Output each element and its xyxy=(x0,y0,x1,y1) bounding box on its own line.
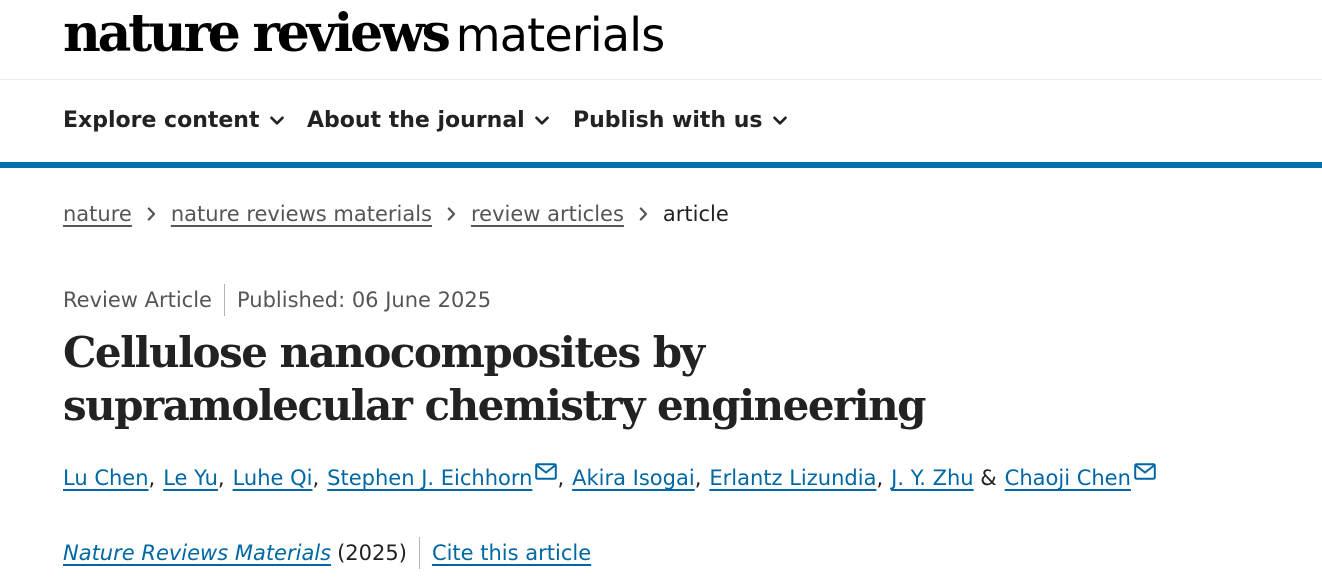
author-separator: , xyxy=(694,466,702,490)
author-link[interactable]: Stephen J. Eichhorn xyxy=(327,466,532,490)
journal-link[interactable]: Nature Reviews Materials xyxy=(63,541,331,565)
mail-icon[interactable] xyxy=(1134,462,1156,480)
publication-year: (2025) xyxy=(337,541,407,565)
divider xyxy=(418,537,420,569)
author-link[interactable]: J. Y. Zhu xyxy=(891,466,973,490)
citation-row: Nature Reviews Materials (2025) Cite thi… xyxy=(63,537,591,569)
chevron-down-icon xyxy=(269,116,284,126)
breadcrumb-current: article xyxy=(662,202,729,226)
main-nav: Explore content About the journal Publis… xyxy=(0,80,1322,168)
author-separator: , xyxy=(312,466,320,490)
published-date: Published: 06 June 2025 xyxy=(236,288,492,312)
author-separator: , xyxy=(876,466,884,490)
breadcrumb-nature[interactable]: nature xyxy=(63,202,132,226)
nav-label: Publish with us xyxy=(573,108,763,133)
article-meta: Review Article Published: 06 June 2025 xyxy=(63,284,491,316)
author-link[interactable]: Akira Isogai xyxy=(572,466,695,490)
chevron-right-icon xyxy=(447,207,456,221)
mail-icon[interactable] xyxy=(535,462,558,480)
nav-about-the-journal[interactable]: About the journal xyxy=(307,108,549,133)
divider xyxy=(223,284,225,316)
nav-label: Explore content xyxy=(63,108,260,133)
breadcrumb-nature-reviews-materials[interactable]: nature reviews materials xyxy=(171,202,432,226)
cite-this-article-link[interactable]: Cite this article xyxy=(432,541,591,565)
site-header: nature reviews materials xyxy=(0,0,1322,80)
nav-publish-with-us[interactable]: Publish with us xyxy=(573,108,787,133)
article-title: Cellulose nanocomposites by supramolecul… xyxy=(63,328,927,430)
article-type: Review Article xyxy=(63,288,212,312)
author-separator: , xyxy=(217,466,225,490)
chevron-down-icon xyxy=(534,116,549,126)
author-link[interactable]: Lu Chen xyxy=(63,466,149,490)
journal-logo[interactable]: nature reviews materials xyxy=(63,8,666,62)
author-separator: , xyxy=(148,466,156,490)
author-list: Lu Chen, Le Yu, Luhe Qi, Stephen J. Eichhor… xyxy=(63,462,1156,490)
breadcrumb: nature nature reviews materials review a… xyxy=(63,202,729,226)
logo-nature-reviews: nature reviews xyxy=(63,3,451,64)
author-link[interactable]: Le Yu xyxy=(163,466,218,490)
author-link[interactable]: Erlantz Lizundia xyxy=(709,466,876,490)
author-separator: , xyxy=(557,466,565,490)
breadcrumb-review-articles[interactable]: review articles xyxy=(471,202,624,226)
chevron-right-icon xyxy=(639,207,648,221)
logo-materials: materials xyxy=(455,8,666,62)
author-separator: & xyxy=(973,466,997,490)
nav-label: About the journal xyxy=(307,108,525,133)
author-link[interactable]: Luhe Qi xyxy=(233,466,313,490)
nav-explore-content[interactable]: Explore content xyxy=(63,108,284,133)
author-link[interactable]: Chaoji Chen xyxy=(1005,466,1131,490)
chevron-right-icon xyxy=(147,207,156,221)
chevron-down-icon xyxy=(772,116,787,126)
